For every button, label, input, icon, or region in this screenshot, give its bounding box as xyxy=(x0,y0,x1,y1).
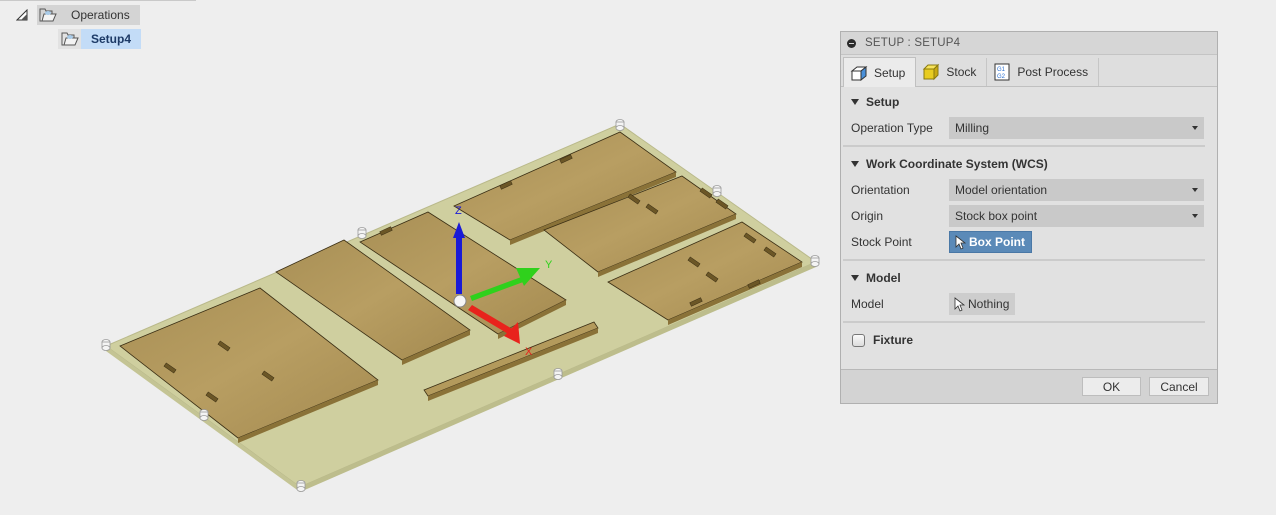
orientation-value: Model orientation xyxy=(955,183,1048,197)
ok-button[interactable]: OK xyxy=(1082,377,1141,396)
origin-value: Stock box point xyxy=(955,209,1038,223)
model-label: Model xyxy=(851,297,884,311)
caret-down-icon xyxy=(851,275,859,281)
origin-row: Origin Stock box point xyxy=(841,203,1217,229)
post-process-g1g2-icon: G1 G2 xyxy=(994,63,1010,81)
orientation-row: Orientation Model orientation xyxy=(841,177,1217,203)
stock-point-marker xyxy=(810,255,820,267)
model-selection-button[interactable]: Nothing xyxy=(949,293,1016,315)
origin-point-icon[interactable] xyxy=(453,294,467,308)
stock-point-selection-button[interactable]: Box Point xyxy=(949,231,1032,253)
section-wcs-header[interactable]: Work Coordinate System (WCS) xyxy=(841,151,1217,177)
y-axis-label: Y xyxy=(545,259,553,271)
model-value: Nothing xyxy=(968,297,1010,311)
collapse-dialog-icon[interactable] xyxy=(847,38,856,48)
operation-type-label: Operation Type xyxy=(851,121,933,135)
svg-text:G1: G1 xyxy=(997,67,1006,73)
dropdown-arrow-icon xyxy=(1192,214,1198,218)
section-divider xyxy=(843,259,1205,261)
cancel-button[interactable]: Cancel xyxy=(1149,377,1209,396)
dropdown-arrow-icon xyxy=(1192,188,1198,192)
section-setup-title: Setup xyxy=(866,95,900,109)
model-row: Model Nothing xyxy=(841,291,1217,317)
fixture-row[interactable]: Fixture xyxy=(841,327,1217,353)
dialog-footer: OK Cancel xyxy=(841,369,1217,403)
z-axis-label: Z xyxy=(455,205,462,217)
dialog-header[interactable]: SETUP : SETUP4 xyxy=(841,32,1217,55)
operation-type-value: Milling xyxy=(955,121,990,135)
origin-label: Origin xyxy=(851,209,884,223)
tab-stock[interactable]: Stock xyxy=(916,58,988,86)
stock-point-marker xyxy=(615,119,625,131)
3d-viewport[interactable]: Z Y X xyxy=(0,0,840,515)
setup-dialog: SETUP : SETUP4 Setup Stock G1 G2 Post Pr… xyxy=(840,31,1218,404)
section-model-header[interactable]: Model xyxy=(841,265,1217,291)
origin-select[interactable]: Stock box point xyxy=(949,205,1204,227)
operation-type-select[interactable]: Milling xyxy=(949,117,1204,139)
setup-cube-icon xyxy=(850,65,868,81)
stock-point-marker xyxy=(101,339,111,351)
stock-point-marker xyxy=(199,409,209,421)
section-model-title: Model xyxy=(866,271,901,285)
caret-down-icon xyxy=(851,99,859,105)
section-wcs-title: Work Coordinate System (WCS) xyxy=(866,157,1048,171)
cursor-arrow-icon xyxy=(954,296,965,312)
tab-stock-label: Stock xyxy=(946,65,977,79)
stock-box-icon xyxy=(923,63,940,81)
section-setup-header[interactable]: Setup xyxy=(841,89,1217,115)
section-divider xyxy=(843,321,1205,323)
stock-point-marker xyxy=(712,185,722,197)
stock-point-marker xyxy=(296,480,306,492)
dropdown-arrow-icon xyxy=(1192,126,1198,130)
tab-setup-label: Setup xyxy=(874,65,906,80)
caret-down-icon xyxy=(851,161,859,167)
tab-post-process-label: Post Process xyxy=(1017,65,1089,79)
stock-point-marker xyxy=(553,368,563,380)
cursor-arrow-icon xyxy=(955,234,966,250)
x-axis-label: X xyxy=(525,346,533,358)
stock-point-value: Box Point xyxy=(969,235,1025,249)
orientation-label: Orientation xyxy=(851,183,910,197)
section-divider xyxy=(843,145,1205,147)
tab-setup[interactable]: Setup xyxy=(843,57,917,87)
orientation-select[interactable]: Model orientation xyxy=(949,179,1204,201)
tab-post-process[interactable]: G1 G2 Post Process xyxy=(987,58,1100,86)
stock-point-label: Stock Point xyxy=(851,235,912,249)
fixture-label: Fixture xyxy=(873,333,914,347)
tab-bar: Setup Stock G1 G2 Post Process xyxy=(841,55,1217,87)
stock-point-marker xyxy=(357,227,367,239)
dialog-title: SETUP : SETUP4 xyxy=(865,37,961,49)
svg-text:G2: G2 xyxy=(997,74,1006,80)
stock-point-row: Stock Point Box Point xyxy=(841,229,1217,255)
fixture-checkbox[interactable] xyxy=(852,333,865,347)
operation-type-row: Operation Type Milling xyxy=(841,115,1217,141)
